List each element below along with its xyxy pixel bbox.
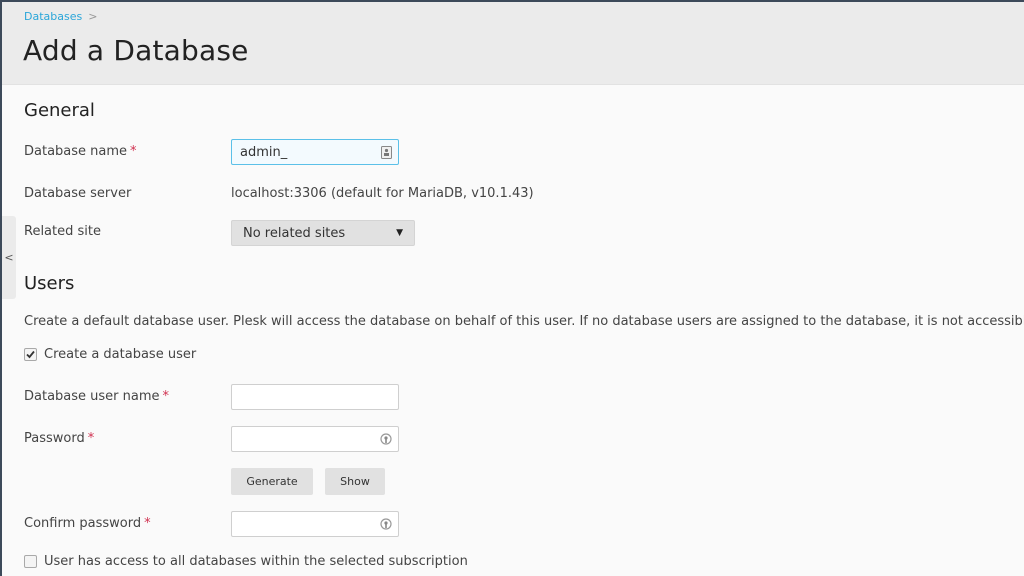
users-section-title: Users bbox=[24, 273, 75, 294]
page: Databases > Add a Database < General Dat… bbox=[2, 2, 1024, 576]
password-key-icon[interactable] bbox=[380, 517, 392, 531]
db-user-name-input[interactable] bbox=[231, 384, 399, 410]
generate-button[interactable]: Generate bbox=[231, 468, 313, 495]
checkmark-icon bbox=[26, 350, 35, 359]
page-title: Add a Database bbox=[23, 34, 249, 67]
confirm-password-label-text: Confirm password bbox=[24, 516, 142, 531]
related-site-select[interactable]: No related sites ▼ bbox=[231, 220, 415, 246]
show-button[interactable]: Show bbox=[325, 468, 385, 495]
chevron-left-icon: < bbox=[4, 251, 14, 264]
page-header: Databases > Add a Database bbox=[2, 2, 1024, 85]
password-input[interactable] bbox=[231, 426, 399, 452]
database-name-input[interactable]: admin_ bbox=[231, 139, 399, 165]
breadcrumb-separator-icon: > bbox=[88, 10, 98, 23]
sidebar-toggle-button[interactable]: < bbox=[2, 216, 16, 299]
db-user-name-label: Database user name * bbox=[24, 389, 169, 404]
password-label: Password * bbox=[24, 431, 94, 446]
all-databases-checkbox[interactable] bbox=[24, 555, 37, 568]
create-user-checkbox[interactable] bbox=[24, 348, 37, 361]
password-key-icon[interactable] bbox=[380, 432, 392, 446]
id-card-icon[interactable] bbox=[380, 145, 392, 159]
create-user-checkbox-row[interactable]: Create a database user bbox=[24, 347, 196, 362]
required-marker: * bbox=[162, 389, 170, 404]
database-name-label-text: Database name bbox=[24, 144, 128, 159]
create-user-label: Create a database user bbox=[44, 347, 197, 362]
related-site-label: Related site bbox=[24, 224, 101, 239]
related-site-selected: No related sites bbox=[243, 225, 346, 241]
required-marker: * bbox=[87, 431, 95, 446]
breadcrumb-databases-link[interactable]: Databases bbox=[24, 10, 82, 23]
required-marker: * bbox=[130, 144, 137, 159]
database-name-value: admin_ bbox=[240, 144, 288, 160]
users-description: Create a default database user. Plesk wi… bbox=[24, 314, 1024, 329]
database-server-value: localhost:3306 (default for MariaDB, v10… bbox=[231, 186, 534, 201]
database-name-label: Database name * bbox=[24, 144, 137, 159]
confirm-password-input[interactable] bbox=[231, 511, 399, 537]
caret-down-icon: ▼ bbox=[396, 228, 403, 238]
database-server-label: Database server bbox=[24, 186, 132, 201]
confirm-password-label: Confirm password * bbox=[24, 516, 151, 531]
required-marker: * bbox=[144, 516, 151, 531]
db-user-name-label-text: Database user name bbox=[24, 389, 160, 404]
breadcrumb: Databases > bbox=[24, 10, 97, 23]
password-label-text: Password bbox=[24, 431, 85, 446]
all-databases-checkbox-row[interactable]: User has access to all databases within … bbox=[24, 554, 468, 569]
general-section-title: General bbox=[24, 100, 95, 121]
all-databases-label: User has access to all databases within … bbox=[44, 554, 468, 569]
